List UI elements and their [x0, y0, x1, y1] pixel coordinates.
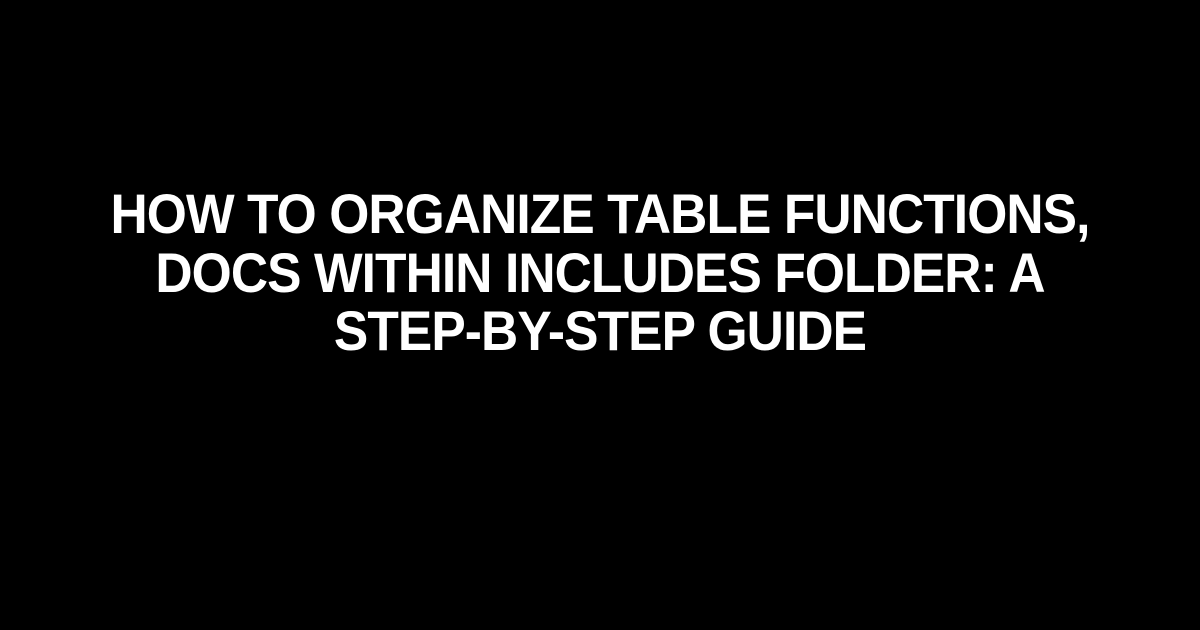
page-title: How to Organize Table Functions, Docs wi… — [48, 185, 1152, 361]
